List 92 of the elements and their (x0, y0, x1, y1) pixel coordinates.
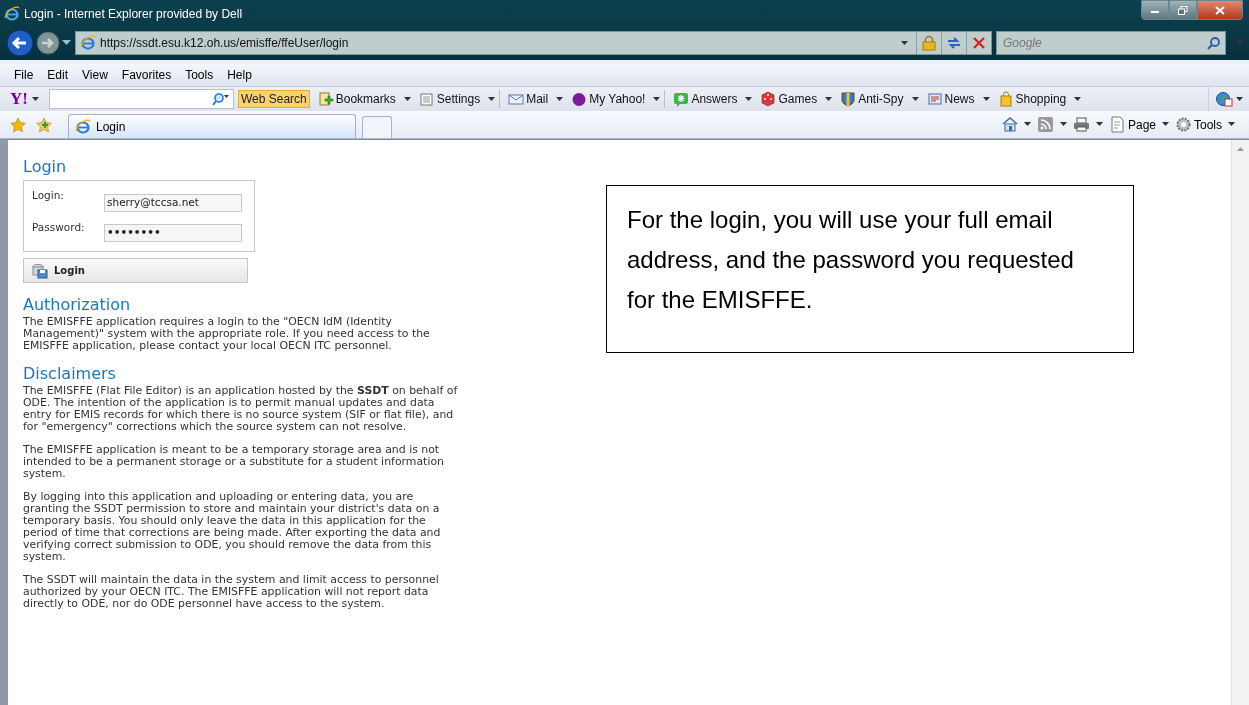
menu-item[interactable]: Edit (41, 68, 75, 82)
browser-tab[interactable]: Login (68, 114, 356, 138)
close-icon (1215, 5, 1225, 15)
caret-icon[interactable] (1074, 96, 1082, 102)
toolbar-button[interactable]: Shopping (993, 91, 1071, 107)
caret-icon[interactable] (900, 40, 908, 46)
restore-button[interactable] (1169, 0, 1197, 20)
caret-icon[interactable] (403, 96, 411, 102)
paragraph: The EMISFFE (Flat File Editor) is an application hosted by the SSDT on behalf of ODE. The intention of the application is to permit manual updates and data entry for EMIS records for which there is no source system (SIF or flat file), and for "emergency" corrections which the source system can not resolve. (23, 385, 458, 433)
caret-icon[interactable] (31, 96, 39, 102)
caret-icon[interactable] (982, 96, 990, 102)
password-field[interactable]: •••••••• (104, 224, 242, 242)
menu-item[interactable]: Favorites (115, 68, 178, 82)
globe-icon[interactable] (1215, 91, 1233, 107)
caret-icon[interactable] (1228, 122, 1235, 127)
command-button[interactable]: Page (1108, 116, 1156, 133)
login-button[interactable]: Login (23, 258, 248, 283)
caret-icon[interactable] (911, 96, 919, 102)
settings-icon (1175, 116, 1192, 133)
toolbar-button[interactable]: Mail (504, 91, 553, 107)
back-button[interactable] (6, 29, 34, 57)
paragraph: The EMISFFE application is meant to be a temporary storage area and is not intended to be a permanent storage or a substitute for a student information system. (23, 444, 445, 480)
paragraph: The EMISFFE application requires a login to the "OECN IdM (Identity Management)" system with the appropriate role. If you need access to the EMISFFE application, please contact your local OECN ITC personnel. (23, 316, 431, 352)
toolbar-button[interactable]: News (922, 91, 979, 107)
envelope-icon (508, 91, 525, 107)
field-label: Password: (32, 220, 86, 233)
close-button[interactable] (1197, 0, 1243, 20)
section-heading: Disclaimers (23, 364, 117, 383)
browser-icon (75, 118, 91, 135)
restore-icon (1178, 5, 1188, 15)
caret-icon[interactable] (1236, 96, 1243, 102)
newspaper-icon (926, 91, 943, 107)
address-field[interactable]: https://ssdt.esu.k12.oh.us/emisffe/ffeUser/login (75, 31, 992, 55)
forward-button[interactable] (36, 31, 60, 55)
save-icon (32, 262, 48, 279)
bookmark-plus-icon (317, 91, 334, 107)
paragraph: The SSDT will maintain the data in the system and limit access to personnel authorized by your OECN ITC. The EMISFFE application will not report data directly to ODE, nor do ODE personnel have access to the system. (23, 574, 440, 610)
home-icon[interactable] (1000, 116, 1018, 133)
browser-icon (80, 35, 96, 51)
caret-icon[interactable] (1162, 122, 1169, 127)
toolbar-button[interactable]: Games (756, 91, 822, 107)
search-field[interactable] (48, 89, 234, 109)
caret-icon[interactable] (556, 96, 564, 102)
star-icon[interactable] (10, 116, 26, 133)
printer-icon[interactable] (1072, 116, 1090, 133)
menu-item[interactable]: View (76, 68, 114, 82)
callout-note: For the login, you will use your full email address, and the password you requested for the EMISFFE. (606, 185, 1134, 353)
shield-icon (840, 91, 857, 107)
search-box[interactable]: Google (996, 31, 1226, 55)
search-field[interactable]: Google (1001, 35, 1207, 51)
search-icon[interactable] (1207, 36, 1221, 50)
command-button[interactable]: Tools (1175, 116, 1222, 133)
toolbar-button[interactable]: Answers (669, 91, 742, 107)
web-search-button[interactable]: Web Search (237, 90, 310, 108)
toolbar-button[interactable]: Settings (414, 91, 485, 107)
section-heading: Authorization (23, 295, 132, 314)
stop-icon[interactable] (973, 37, 985, 49)
menu-item[interactable]: Tools (179, 68, 220, 82)
search-icon[interactable] (211, 92, 230, 106)
window-title: Login - Internet Explorer provided by Dell (24, 7, 244, 21)
caret-icon[interactable] (488, 96, 496, 102)
toolbar-button[interactable]: My Yahoo! (567, 91, 650, 107)
scroll-up-icon[interactable] (1237, 146, 1244, 151)
paragraph: By logging into this application and uploading or entering data, you are granting the SSDT permission to store and maintain your district's data on a temporary basis. You should only leave the data in this application for the period of time that corrections are being made. After exporting the data and verifying correct submission to ODE, you should remove the data from this system. (23, 491, 442, 563)
browser-icon (4, 6, 20, 22)
field-label: Login: (32, 188, 65, 201)
feed-icon[interactable] (1036, 116, 1054, 133)
scrollbar[interactable] (1231, 140, 1249, 705)
menu-item[interactable]: File (8, 68, 40, 82)
caret-icon[interactable] (62, 40, 71, 46)
speech-bubble-icon (673, 91, 690, 107)
lock-icon (922, 35, 936, 51)
caret-icon[interactable] (825, 96, 833, 102)
toolbar-button[interactable]: Bookmarks (313, 91, 400, 107)
dice-icon (760, 91, 777, 107)
shopping-bag-icon (997, 91, 1014, 107)
caret-icon[interactable] (653, 96, 661, 102)
minimize-button[interactable] (1141, 0, 1169, 20)
caret-icon[interactable] (1095, 122, 1103, 127)
circle-icon (571, 91, 588, 107)
toolbar-button[interactable]: Anti-Spy (836, 91, 908, 107)
star-plus-icon[interactable] (36, 116, 52, 133)
login-field[interactable]: sherry@tccsa.net (104, 194, 242, 212)
caret-icon[interactable] (745, 96, 753, 102)
caret-icon[interactable] (1059, 122, 1067, 127)
page-icon (1108, 116, 1126, 133)
page-heading: Login (23, 157, 68, 176)
refresh-icon[interactable] (946, 36, 962, 50)
yahoo-logo[interactable]: Y! (10, 89, 28, 109)
menu-item[interactable]: Help (221, 68, 258, 82)
settings-icon (418, 91, 435, 107)
caret-icon[interactable] (1023, 122, 1031, 127)
